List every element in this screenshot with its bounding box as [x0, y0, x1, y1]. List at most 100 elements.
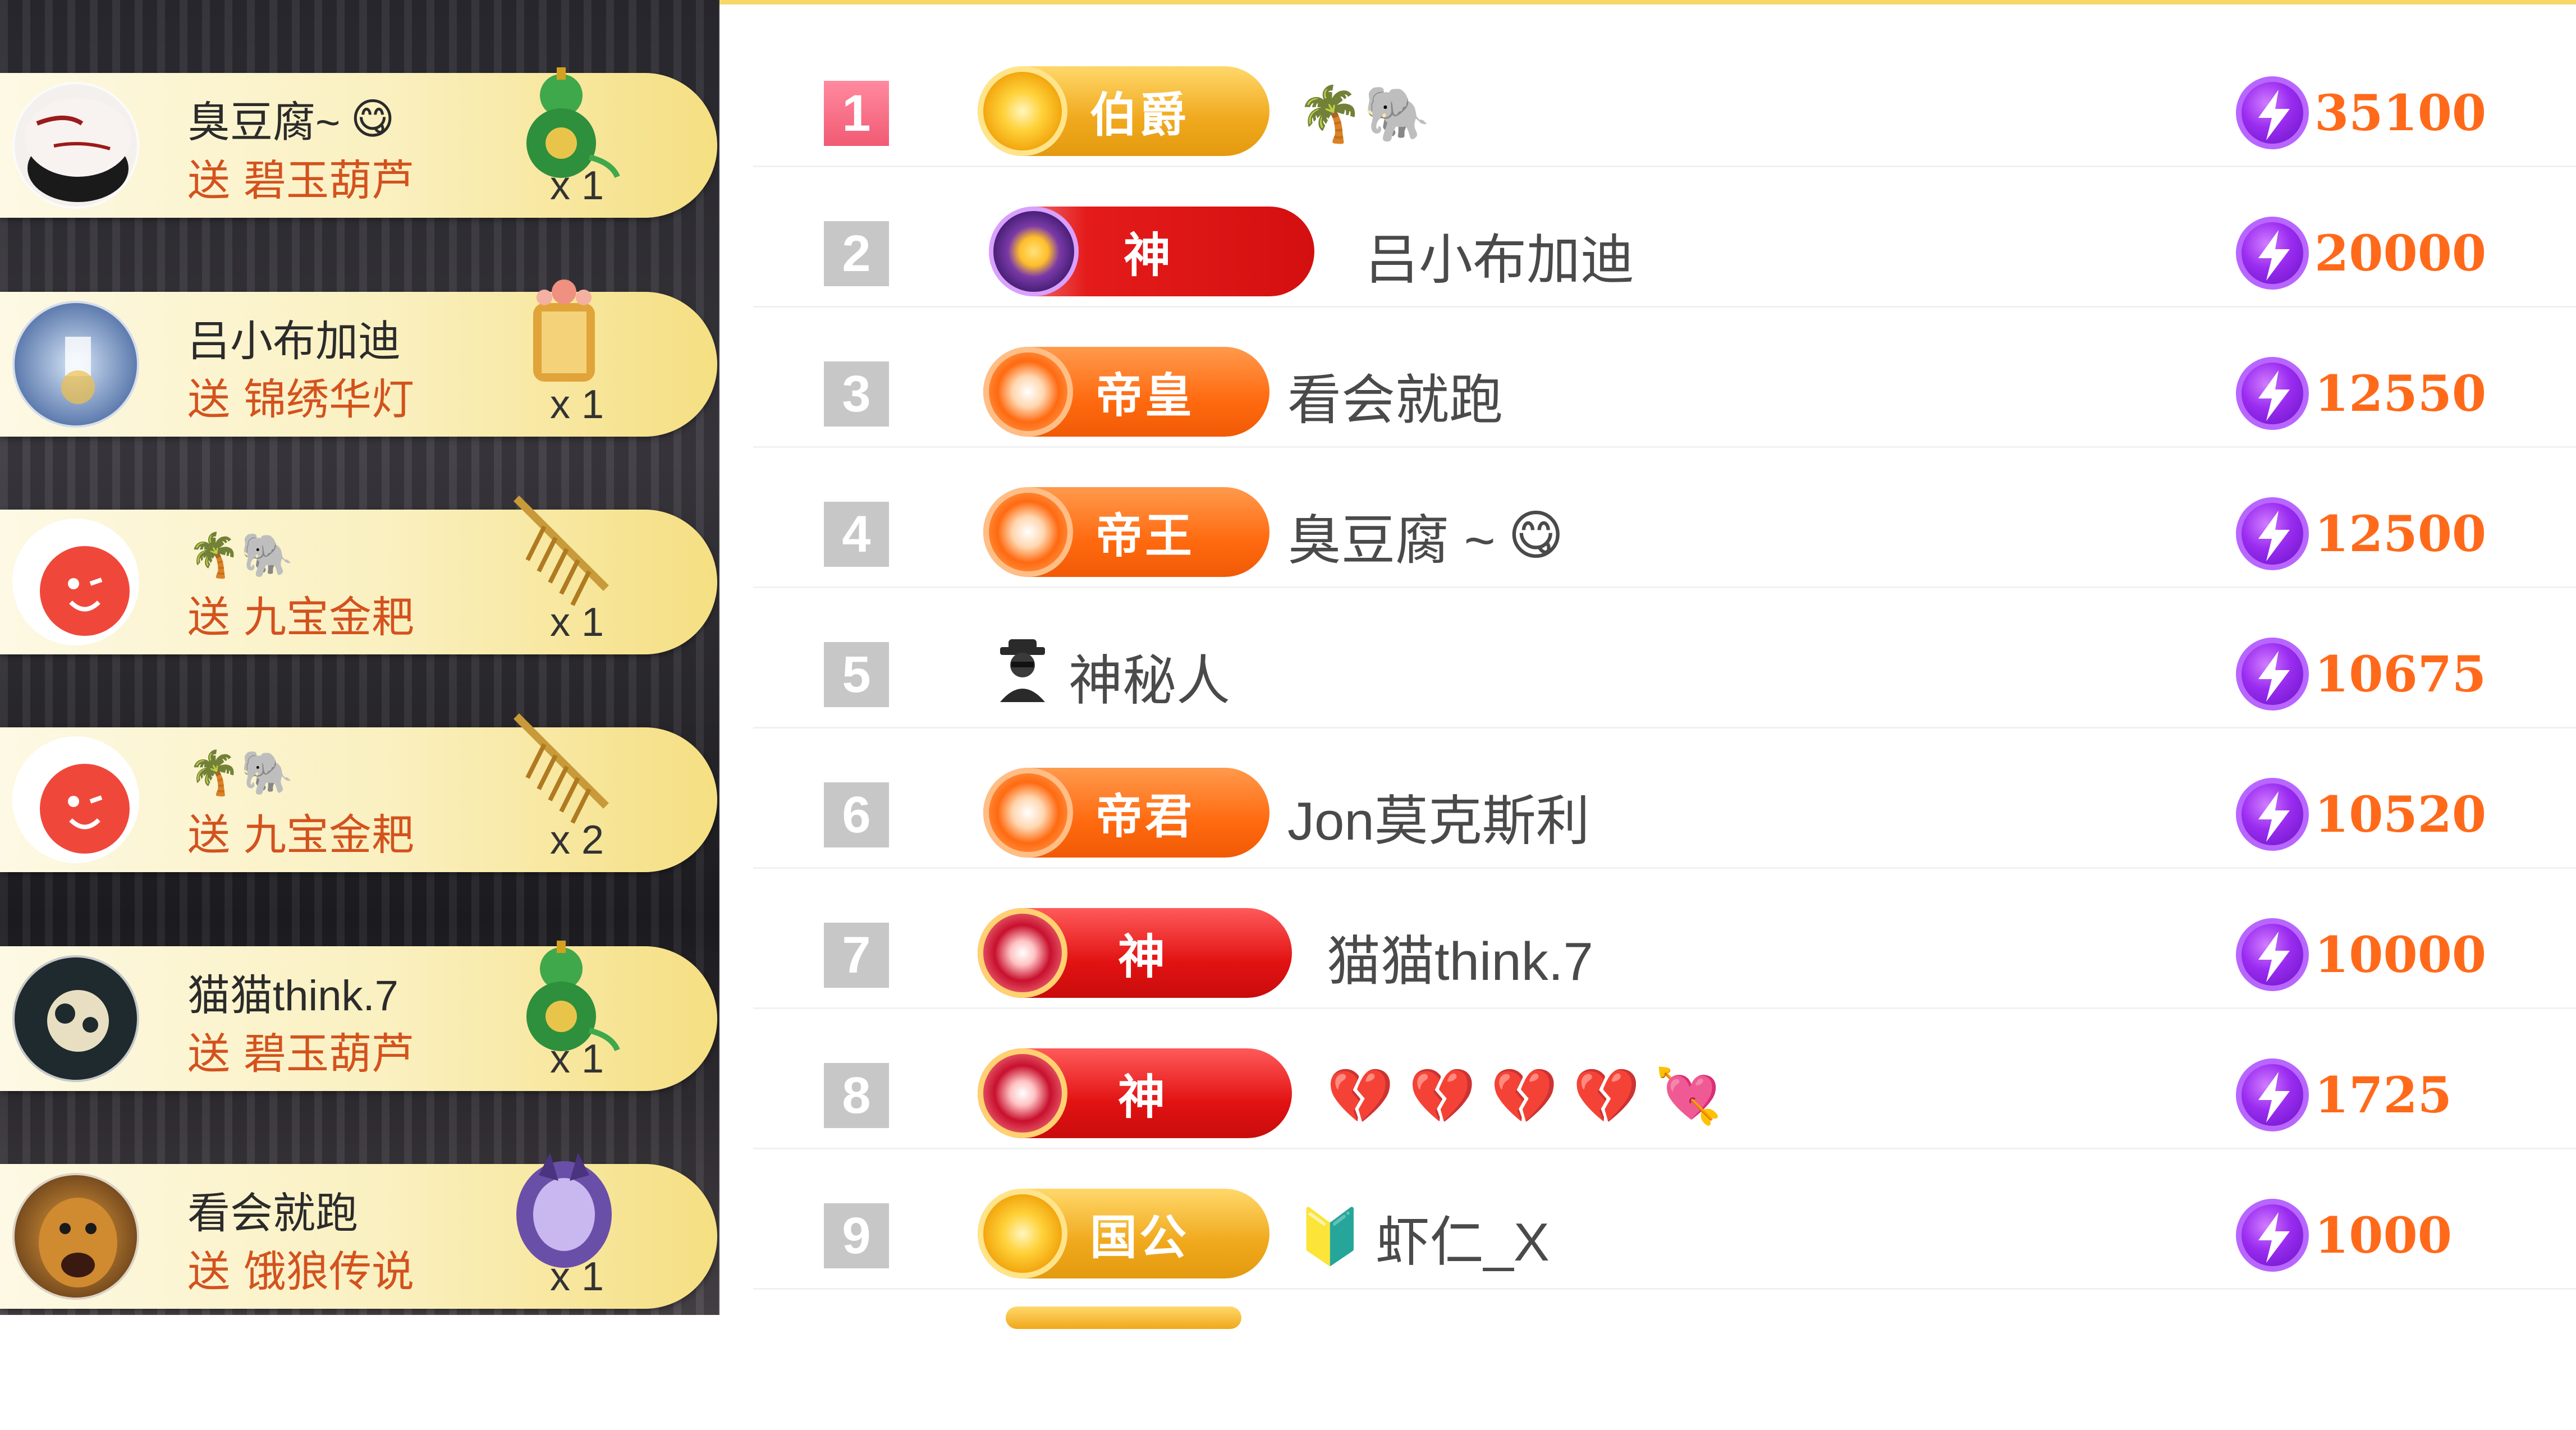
badge-label: 神: [1118, 1070, 1168, 1124]
score: 10520: [2236, 778, 2486, 851]
gift-name: 九宝金耙: [244, 594, 414, 641]
score: 20000: [2236, 217, 2486, 290]
rank-number: 2: [824, 221, 889, 286]
noble-badge: 神: [989, 207, 1314, 296]
rank-number: 7: [824, 923, 889, 988]
gift-sender-name: 🌴🐘: [187, 748, 294, 798]
gift-quantity: x 1: [550, 382, 604, 427]
score-value: 10520: [2314, 785, 2487, 844]
score-value: 35100: [2314, 84, 2487, 142]
score: 12500: [2236, 497, 2486, 570]
user-name: 看会就跑: [1287, 370, 1503, 430]
send-label: 送: [187, 594, 230, 641]
noble-badge: 帝君: [983, 768, 1269, 858]
badge-label: 帝君: [1096, 790, 1195, 843]
badge-label: 伯爵: [1090, 88, 1189, 141]
ranking-row[interactable]: 1 伯爵 🌴🐘 35100: [753, 27, 2576, 167]
gift-quantity: x 1: [550, 1037, 604, 1081]
ranking-row[interactable]: [753, 1290, 2576, 1430]
rank-number: 8: [824, 1063, 889, 1128]
badge-label: 国公: [1090, 1211, 1189, 1264]
user-name: 猫猫think.7: [1327, 931, 1593, 992]
gift-name: 九宝金耙: [244, 812, 414, 859]
noble-badge: 帝皇: [983, 347, 1269, 437]
avatar[interactable]: [12, 519, 139, 645]
gift-action: 送 九宝金耙: [187, 588, 414, 641]
gift-message: 看会就跑 送 饿狼传说 x 1: [0, 1153, 717, 1309]
badge-orb-icon: [978, 1189, 1067, 1278]
gift-quantity: x 2: [550, 818, 604, 863]
gift-quantity: x 1: [550, 163, 604, 208]
lightning-coin-icon: [2236, 497, 2309, 570]
rank-number: 3: [824, 361, 889, 427]
send-label: 送: [187, 812, 230, 859]
noble-badge: [1006, 1307, 1241, 1329]
avatar[interactable]: [12, 736, 139, 863]
user-name: Jon莫克斯利: [1287, 791, 1590, 851]
ranking-row[interactable]: 7 神 猫猫think.7 10000: [753, 869, 2576, 1009]
score-value: 10000: [2314, 925, 2487, 984]
score: 1000: [2236, 1199, 2452, 1272]
tongue-emoji-icon: 😋: [350, 95, 395, 143]
send-label: 送: [187, 157, 230, 205]
badge-label: 帝皇: [1096, 369, 1195, 422]
badge-orb-icon: [983, 768, 1073, 858]
score-value: 12550: [2314, 364, 2487, 423]
send-label: 送: [187, 376, 230, 424]
avatar[interactable]: [12, 301, 139, 428]
score: 1725: [2236, 1058, 2452, 1131]
badge-orb-icon: [983, 487, 1073, 577]
user-name: 吕小布加迪: [1365, 230, 1634, 290]
badge-orb-icon: [978, 66, 1067, 156]
gift-message: 臭豆腐~ 😋 送 碧玉葫芦 x 1: [0, 67, 717, 218]
avatar[interactable]: [12, 82, 139, 209]
score: 10675: [2236, 638, 2486, 711]
rank-number: 6: [824, 782, 889, 847]
ranking-row[interactable]: 4 帝王 臭豆腐 ~ 😋 12500: [753, 448, 2576, 588]
badge-label: 帝王: [1096, 509, 1195, 562]
score: 12550: [2236, 357, 2486, 430]
avatar[interactable]: [12, 955, 139, 1082]
badge-orb-icon: [989, 207, 1079, 296]
palm-elephant-icon: 🌴🐘: [187, 531, 294, 579]
lightning-coin-icon: [2236, 778, 2309, 851]
score-value: 12500: [2314, 505, 2487, 563]
badge-label: 神: [1118, 930, 1168, 983]
gift-action: 送 饿狼传说: [187, 1243, 414, 1296]
noble-badge: 神: [978, 908, 1292, 998]
ranking-row[interactable]: 6 帝君 Jon莫克斯利 10520: [753, 728, 2576, 869]
rank-number: 4: [824, 502, 889, 567]
ranking-row[interactable]: 8 神 💔 💔 💔 💔 💘 1725: [753, 1009, 2576, 1149]
gift-action: 送 九宝金耙: [187, 806, 414, 859]
score: 10000: [2236, 918, 2486, 991]
noble-badge: 帝王: [983, 487, 1269, 577]
gift-name: 锦绣华灯: [244, 376, 414, 424]
badge-orb-icon: [978, 908, 1067, 998]
gift-sender-name: 🌴🐘: [187, 530, 294, 580]
lightning-coin-icon: [2236, 76, 2309, 149]
rank-number: 9: [824, 1203, 889, 1268]
score-value: 10675: [2314, 645, 2487, 703]
user-name: 臭豆腐~: [187, 99, 341, 146]
broken-heart-icon: 💔 💔 💔 💔 💘: [1327, 1066, 1722, 1126]
gift-name: 碧玉葫芦: [244, 1030, 414, 1078]
ranking-row[interactable]: 5 神秘人 10675: [753, 588, 2576, 728]
noble-badge: 国公: [978, 1189, 1269, 1278]
ranking-row[interactable]: 9 国公 🔰 虾仁_X 1000: [753, 1149, 2576, 1290]
score-value: 1000: [2314, 1206, 2452, 1264]
gift-sender-name: 吕小布加迪: [187, 312, 401, 365]
lightning-coin-icon: [2236, 217, 2309, 290]
noble-badge: 伯爵: [978, 66, 1269, 156]
user-name: 神秘人: [989, 639, 1230, 711]
ranking-row[interactable]: 2 神 吕小布加迪 20000: [753, 167, 2576, 308]
gift-quantity: x 1: [550, 1254, 604, 1299]
ranking-row[interactable]: 3 帝皇 看会就跑 12550: [753, 308, 2576, 448]
lightning-coin-icon: [2236, 1058, 2309, 1131]
user-name: 臭豆腐 ~ 😋: [1287, 502, 1564, 571]
avatar[interactable]: [12, 1173, 139, 1300]
gift-feed-panel: 臭豆腐~ 😋 送 碧玉葫芦 x 1 吕小布加迪 送 锦绣华灯 x 1 🌴🐘 送 …: [0, 0, 719, 1315]
badge-orb-icon: [978, 1048, 1067, 1138]
palm-elephant-icon: 🌴🐘: [187, 749, 294, 797]
palm-elephant-icon: 🌴🐘: [1296, 84, 1431, 144]
tongue-emoji-icon: 😋: [1507, 506, 1564, 566]
